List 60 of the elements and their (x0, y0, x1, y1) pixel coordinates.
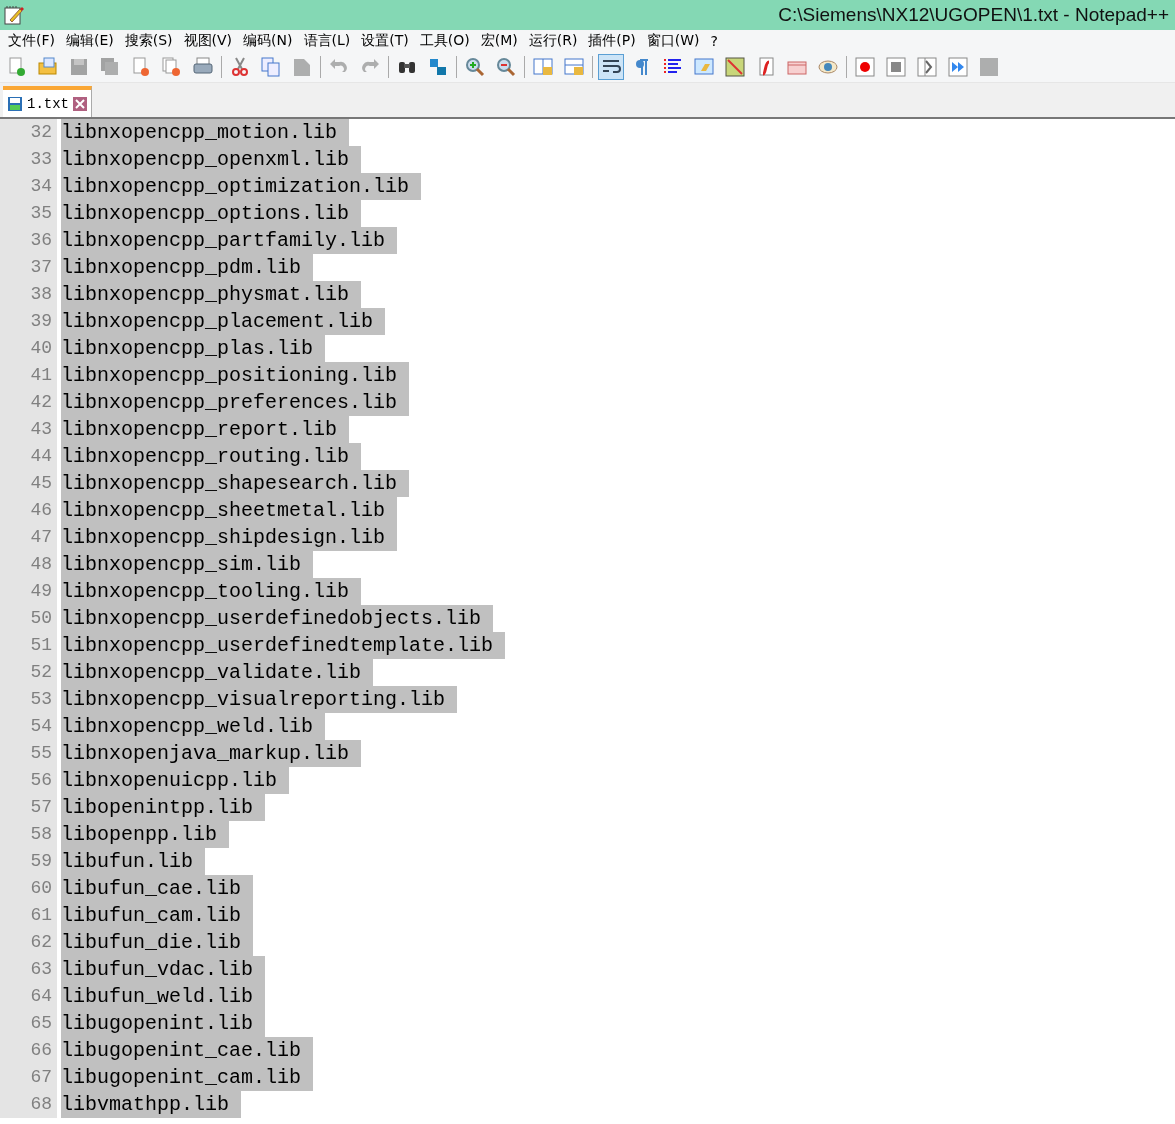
menu-item[interactable]: 宏(M) (474, 32, 523, 50)
line-number: 60 (0, 875, 57, 902)
line-number: 54 (0, 713, 57, 740)
close-icon[interactable] (73, 96, 87, 111)
line-number: 62 (0, 929, 57, 956)
menu-item[interactable]: 语言(L) (297, 32, 356, 50)
menu-item[interactable]: 编码(N) (237, 32, 298, 50)
fast-forward-icon[interactable] (945, 54, 971, 80)
line-number: 46 (0, 497, 57, 524)
line-number: 49 (0, 578, 57, 605)
line-number: 38 (0, 281, 57, 308)
line-number: 36 (0, 227, 57, 254)
line-number: 55 (0, 740, 57, 767)
line-number: 43 (0, 416, 57, 443)
line-number: 57 (0, 794, 57, 821)
line-number: 47 (0, 524, 57, 551)
line-number: 39 (0, 308, 57, 335)
menu-item[interactable]: 设置(T) (355, 32, 414, 50)
menu-item[interactable]: 视图(V) (177, 32, 238, 50)
play-icon[interactable] (914, 54, 940, 80)
line-number: 61 (0, 902, 57, 929)
line-number: 33 (0, 146, 57, 173)
line-number: 41 (0, 362, 57, 389)
map-icon[interactable] (722, 54, 748, 80)
line-number: 58 (0, 821, 57, 848)
line-number: 50 (0, 605, 57, 632)
menu-item[interactable]: 工具(O) (413, 32, 475, 50)
line-number: 65 (0, 1010, 57, 1037)
line-number: 37 (0, 254, 57, 281)
line-number: 35 (0, 200, 57, 227)
line-number: 45 (0, 470, 57, 497)
window-title: C:\Siemens\NX12\UGOPEN\1.txt - Notepad++ (778, 4, 1169, 26)
line-number: 44 (0, 443, 57, 470)
notepad-icon (4, 5, 24, 25)
word-wrap-icon[interactable] (598, 54, 624, 80)
file-tab[interactable]: 1.txt (3, 86, 92, 117)
menu-item[interactable]: 运行(R) (522, 32, 583, 50)
line-number: 56 (0, 767, 57, 794)
line-number: 59 (0, 848, 57, 875)
line-number: 67 (0, 1064, 57, 1091)
line-number: 52 (0, 659, 57, 686)
line-number: 66 (0, 1037, 57, 1064)
menu-item[interactable]: 搜索(S) (118, 32, 178, 50)
line-number: 40 (0, 335, 57, 362)
line-number: 64 (0, 983, 57, 1010)
menu-item[interactable]: 窗口(W) (640, 32, 705, 50)
stop-icon[interactable] (883, 54, 909, 80)
menu-item[interactable]: ? (704, 33, 723, 49)
line-number: 32 (0, 119, 57, 146)
line-number: 42 (0, 389, 57, 416)
line-number: 34 (0, 173, 57, 200)
line-number: 48 (0, 551, 57, 578)
menu-item[interactable]: 文件(F) (2, 32, 60, 50)
line-number: 51 (0, 632, 57, 659)
menu-item[interactable]: 编辑(E) (60, 32, 119, 50)
record-icon[interactable] (852, 54, 878, 80)
menu-item[interactable]: 插件(P) (582, 32, 641, 50)
line-number: 53 (0, 686, 57, 713)
line-number: 63 (0, 956, 57, 983)
line-number: 68 (0, 1091, 57, 1118)
